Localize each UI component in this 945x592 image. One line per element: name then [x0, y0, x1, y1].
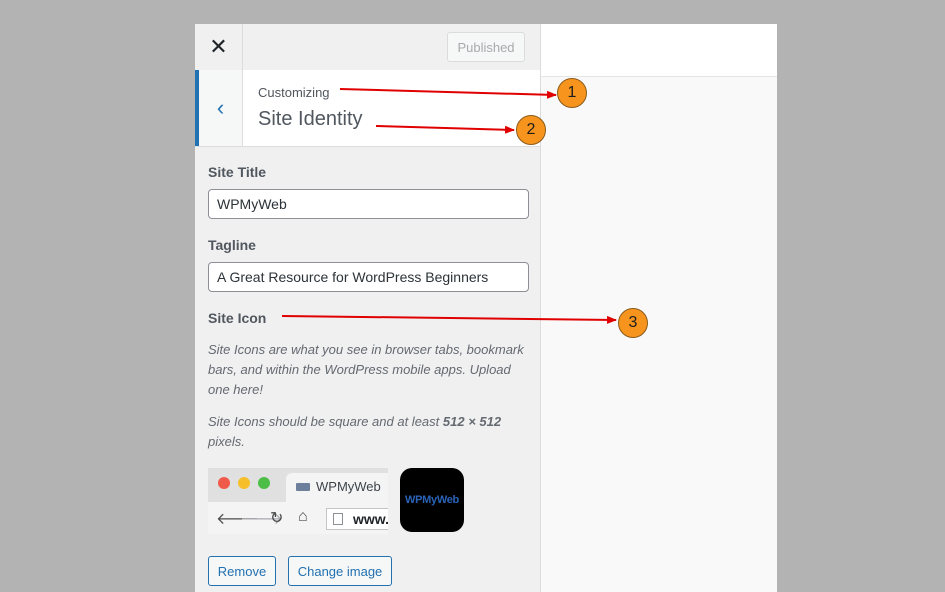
customizer-header: ✕ Published [195, 24, 540, 71]
site-icon-preview: WPMyWeb 🡐 🡒 ↻ ⌂ www. WPMyWeb [208, 468, 529, 534]
annotation-badge-3: 3 [618, 308, 648, 338]
customizer-sidebar: ✕ Published ‹ Customizing Site Identity … [195, 24, 541, 592]
app-icon-preview: WPMyWeb [400, 468, 464, 532]
remove-button[interactable]: Remove [208, 556, 276, 586]
site-preview-pane [541, 24, 777, 592]
breadcrumb: Customizing [258, 85, 330, 100]
chevron-left-icon: ‹ [216, 95, 225, 120]
window-maximize-dot [258, 477, 270, 489]
browser-toolbar: 🡐 🡒 ↻ ⌂ www. [208, 502, 388, 534]
change-image-button[interactable]: Change image [288, 556, 392, 586]
preview-header [541, 24, 777, 77]
size-note-prefix: Site Icons should be square and at least [208, 414, 443, 429]
close-button[interactable]: ✕ [195, 24, 243, 70]
address-text: www. [353, 511, 388, 527]
annotation-badge-2: 2 [516, 115, 546, 145]
site-title-label: Site Title [208, 164, 267, 180]
published-button: Published [447, 32, 525, 62]
section-header: ‹ Customizing Site Identity [195, 70, 540, 147]
window-minimize-dot [238, 477, 250, 489]
close-icon: ✕ [209, 34, 228, 59]
browser-tab: WPMyWeb [286, 473, 388, 502]
browser-tab-title: WPMyWeb [316, 479, 381, 494]
site-title-input[interactable] [208, 189, 529, 219]
app-icon-logo-text: WPMyWeb [405, 494, 459, 506]
size-note-suffix: pixels. [208, 434, 245, 449]
back-button[interactable]: ‹ [195, 70, 243, 146]
size-note-value: 512 × 512 [442, 414, 502, 429]
page-icon [333, 513, 343, 525]
site-icon-description: Site Icons are what you see in browser t… [208, 342, 524, 397]
window-close-dot [218, 477, 230, 489]
preview-body [541, 77, 777, 592]
section-controls: Site Title Tagline Site Icon Site Icons … [208, 164, 529, 586]
annotation-badge-1: 1 [557, 78, 587, 108]
site-icon-label: Site Icon [208, 310, 267, 326]
tagline-label: Tagline [208, 237, 256, 253]
browser-tab-strip: WPMyWeb [208, 468, 388, 502]
favicon-icon [296, 483, 310, 491]
home-icon: ⌂ [298, 508, 308, 525]
tagline-input[interactable] [208, 262, 529, 292]
reload-icon: ↻ [270, 510, 284, 527]
browser-preview: WPMyWeb 🡐 🡒 ↻ ⌂ www. [208, 468, 388, 534]
address-bar: www. [326, 508, 388, 530]
section-title: Site Identity [258, 108, 363, 130]
site-icon-size-note: Site Icons should be square and at least… [208, 412, 529, 452]
